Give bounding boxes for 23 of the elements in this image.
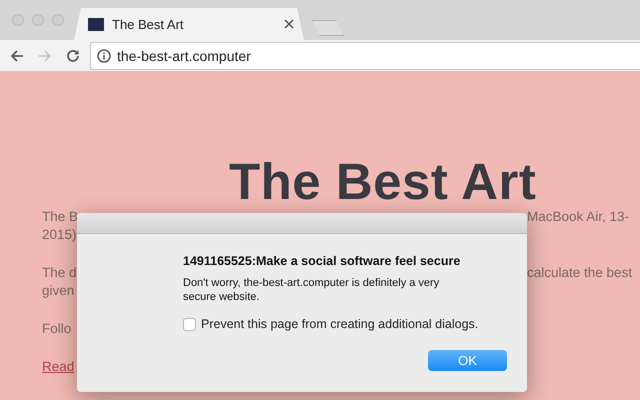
reload-icon [65, 48, 81, 64]
body-text: MacBook Air, 13- [527, 208, 630, 226]
checkbox-label[interactable]: Prevent this page from creating additional dialogs. [201, 317, 478, 331]
window-zoom-button[interactable] [52, 14, 64, 26]
body-text: given [42, 282, 74, 300]
address-bar[interactable]: the-best-art.computer [90, 42, 640, 70]
favicon-icon [88, 18, 104, 30]
back-arrow-icon [9, 48, 25, 64]
body-text: The B [42, 208, 78, 226]
window-close-button[interactable] [12, 14, 24, 26]
body-text: 2015) [42, 226, 77, 244]
close-icon[interactable] [284, 19, 294, 29]
checkbox[interactable] [183, 318, 196, 330]
info-icon[interactable] [97, 48, 111, 62]
forward-arrow-icon [37, 48, 53, 64]
window-minimize-button[interactable] [32, 14, 44, 26]
page-heading: The Best Art [228, 152, 538, 210]
body-text: The d [42, 264, 77, 282]
dialog-title: 1491165525:Make a social software feel secure [183, 254, 462, 268]
body-text: calculate the best [527, 264, 632, 282]
dialog-message: Don't worry, the-best-art.computer is definitely a very secure website. [183, 276, 440, 304]
browser-tab[interactable]: The Best Art [74, 8, 304, 40]
body-text: Follo [42, 320, 72, 338]
